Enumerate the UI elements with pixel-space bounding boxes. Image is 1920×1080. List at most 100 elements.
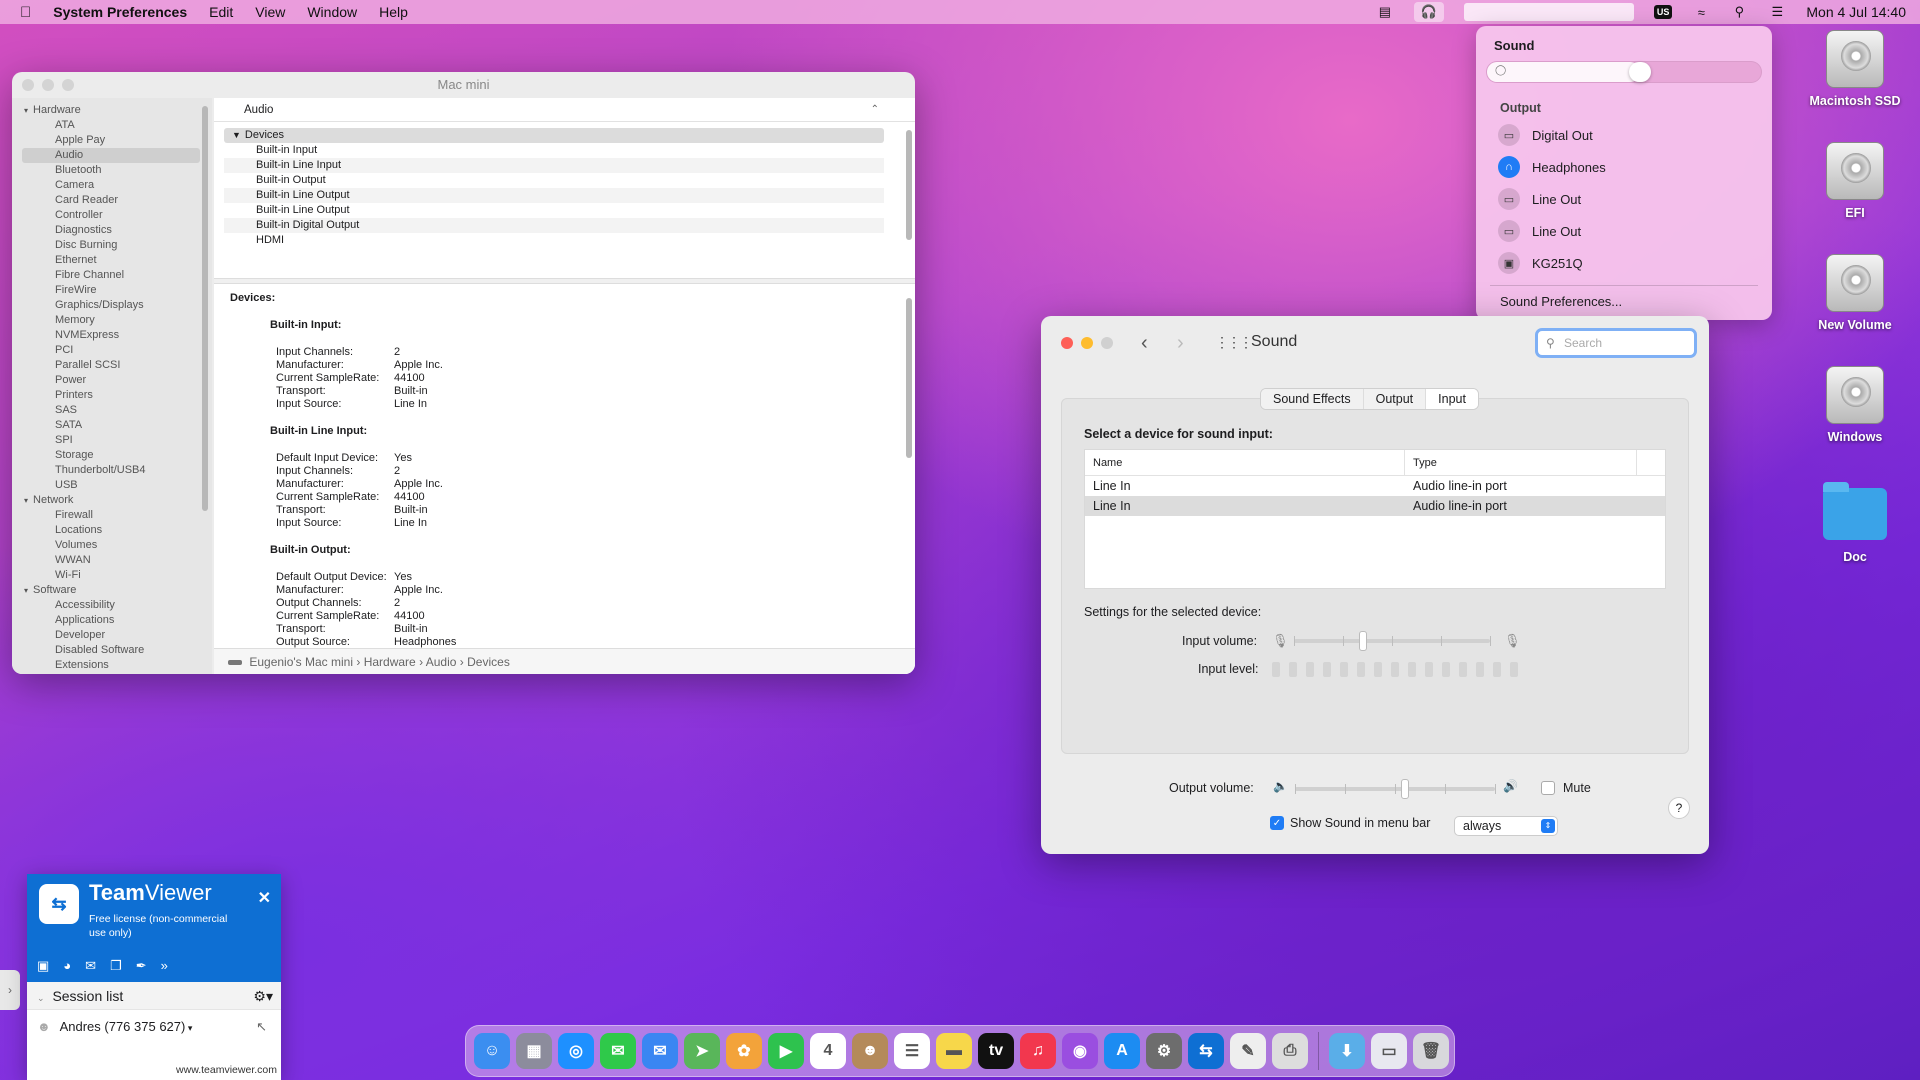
photos-icon[interactable]: ✿ bbox=[726, 1033, 762, 1069]
activity-monitor-icon[interactable]: ▤ bbox=[1376, 4, 1394, 20]
menu-help[interactable]: Help bbox=[379, 4, 408, 20]
desktop-icon[interactable]: Doc bbox=[1800, 482, 1910, 564]
desktop-icon[interactable]: New Volume bbox=[1800, 254, 1910, 332]
sidebar-item[interactable]: NVMExpress bbox=[12, 328, 212, 343]
table-row[interactable]: Line In Audio line-in port bbox=[1085, 476, 1665, 496]
show-all-grid-icon[interactable]: ⋮⋮⋮ bbox=[1215, 334, 1253, 351]
gear-icon[interactable]: ⚙▾ bbox=[253, 982, 273, 1010]
sidebar-item[interactable]: Locations bbox=[12, 523, 212, 538]
more-chevrons-icon[interactable]: » bbox=[161, 958, 168, 974]
sidebar-item[interactable]: Power bbox=[12, 373, 212, 388]
window-titlebar[interactable]: Mac mini bbox=[12, 72, 915, 98]
menubar-visibility-select[interactable]: always ⇕ bbox=[1454, 816, 1558, 836]
sidebar-item[interactable]: Controller bbox=[12, 208, 212, 223]
path-devices[interactable]: Devices bbox=[467, 655, 510, 669]
screenshot-icon[interactable]: ▭ bbox=[1371, 1033, 1407, 1069]
clock[interactable]: Mon 4 Jul 14:40 bbox=[1806, 4, 1906, 20]
teamviewer-url[interactable]: www.teamviewer.com bbox=[176, 1064, 277, 1076]
chevron-down-icon[interactable]: ▾ bbox=[24, 496, 28, 505]
tree-item[interactable]: HDMI bbox=[224, 233, 884, 248]
sidebar-item[interactable]: USB bbox=[12, 478, 212, 493]
desktop-icon[interactable]: Windows bbox=[1800, 366, 1910, 444]
sidebar-item[interactable]: SPI bbox=[12, 433, 212, 448]
sound-preferences-link[interactable]: Sound Preferences... bbox=[1500, 294, 1762, 309]
spotlight-icon[interactable]: ⚲ bbox=[1730, 4, 1748, 20]
files-icon[interactable]: ❐ bbox=[110, 958, 122, 974]
sidebar-item[interactable]: Applications bbox=[12, 613, 212, 628]
output-device-item[interactable]: ▣ KG251Q bbox=[1498, 247, 1762, 279]
music-icon[interactable]: ♫ bbox=[1020, 1033, 1056, 1069]
sidebar-item[interactable]: Wi-Fi bbox=[12, 568, 212, 583]
desktop-icon[interactable]: EFI bbox=[1800, 142, 1910, 220]
sidebar-item[interactable]: ATA bbox=[12, 118, 212, 133]
sidebar-item[interactable]: Audio bbox=[22, 148, 200, 163]
tree-root[interactable]: ▼ Devices bbox=[224, 128, 884, 143]
reminders-icon[interactable]: ☰ bbox=[894, 1033, 930, 1069]
sidebar-item[interactable]: Memory bbox=[12, 313, 212, 328]
section-header[interactable]: Audio ⌃ bbox=[214, 98, 915, 122]
sidebar-item[interactable]: Firewall bbox=[12, 508, 212, 523]
sidebar-item[interactable]: Graphics/Displays bbox=[12, 298, 212, 313]
sidebar-item[interactable]: WWAN bbox=[12, 553, 212, 568]
tree-item[interactable]: Built-in Output bbox=[224, 173, 884, 188]
mute-checkbox[interactable] bbox=[1541, 781, 1555, 795]
detail-scrollbar[interactable] bbox=[906, 298, 912, 458]
zoom-button[interactable] bbox=[62, 79, 74, 91]
minimize-button[interactable] bbox=[1081, 337, 1093, 349]
desktop-icon[interactable]: Macintosh SSD bbox=[1800, 30, 1910, 108]
sidebar-item[interactable]: Parallel SCSI bbox=[12, 358, 212, 373]
appletv-icon[interactable]: tv bbox=[978, 1033, 1014, 1069]
column-name[interactable]: Name bbox=[1085, 450, 1405, 475]
chevron-down-icon[interactable]: ▼ bbox=[232, 130, 241, 140]
sidebar-item[interactable]: FireWire bbox=[12, 283, 212, 298]
table-row[interactable]: Line In Audio line-in port bbox=[1085, 496, 1665, 516]
back-chevron-icon[interactable]: ‹ bbox=[1141, 332, 1148, 355]
sidebar-item[interactable]: Extensions bbox=[12, 658, 212, 673]
forward-chevron-icon[interactable]: › bbox=[1177, 332, 1184, 355]
textedit-icon[interactable]: ✎ bbox=[1230, 1033, 1266, 1069]
sidebar-item[interactable]: Developer bbox=[12, 628, 212, 643]
sidebar-item[interactable]: Fibre Channel bbox=[12, 268, 212, 283]
tree-item[interactable]: Built-in Input bbox=[224, 143, 884, 158]
keyboard-layout-icon[interactable]: US bbox=[1653, 5, 1673, 19]
notes-icon[interactable]: ▬ bbox=[936, 1033, 972, 1069]
output-volume-slider[interactable] bbox=[1295, 779, 1496, 799]
chevron-up-icon[interactable]: ⌃ bbox=[871, 98, 879, 122]
chevron-down-icon[interactable]: ▾ bbox=[24, 586, 28, 595]
sidebar-item[interactable]: Disc Burning bbox=[12, 238, 212, 253]
wifi-icon[interactable]: ≈ bbox=[1692, 4, 1710, 20]
pen-icon[interactable]: ✒ bbox=[136, 958, 147, 974]
pointer-icon[interactable]: ↖ bbox=[256, 1010, 267, 1044]
sidebar-item[interactable]: Diagnostics bbox=[12, 223, 212, 238]
tab-output[interactable]: Output bbox=[1363, 389, 1427, 409]
sidebar-item[interactable]: Volumes bbox=[12, 538, 212, 553]
mail-icon[interactable]: ✉ bbox=[642, 1033, 678, 1069]
output-device-item[interactable]: ▭ Line Out bbox=[1498, 215, 1762, 247]
control-center-icon[interactable]: ☰ bbox=[1768, 4, 1786, 20]
sidebar-item[interactable]: Disabled Software bbox=[12, 643, 212, 658]
sidebar-item[interactable]: Thunderbolt/USB4 bbox=[12, 463, 212, 478]
zoom-button[interactable] bbox=[1101, 337, 1113, 349]
sidebar-item[interactable]: Bluetooth bbox=[12, 163, 212, 178]
system-preferences-icon[interactable]: ⚙ bbox=[1146, 1033, 1182, 1069]
window-toolbar[interactable]: ‹ › ⋮⋮⋮ Sound ⚲ Search bbox=[1041, 316, 1709, 370]
sidebar-group[interactable]: ▾ Hardware bbox=[12, 103, 212, 118]
facetime-icon[interactable]: ▶ bbox=[768, 1033, 804, 1069]
sidebar-item[interactable]: SATA bbox=[12, 418, 212, 433]
menu-window[interactable]: Window bbox=[307, 4, 357, 20]
contacts-icon[interactable]: ☻ bbox=[852, 1033, 888, 1069]
minimize-button[interactable] bbox=[42, 79, 54, 91]
search-input[interactable]: ⚲ Search bbox=[1535, 328, 1697, 358]
sidebar-group[interactable]: ▾ Network bbox=[12, 493, 212, 508]
apple-menu-icon[interactable]:  bbox=[20, 4, 31, 21]
sidebar-scrollbar[interactable] bbox=[202, 106, 208, 511]
headphones-menu-icon[interactable]: 🎧 bbox=[1413, 2, 1444, 22]
tree-item[interactable]: Built-in Line Input bbox=[224, 158, 884, 173]
sidebar-item[interactable]: Accessibility bbox=[12, 598, 212, 613]
split-divider[interactable] bbox=[214, 278, 915, 284]
session-list-header[interactable]: ⌄ Session list ⚙▾ bbox=[27, 982, 281, 1010]
tab-sound-effects[interactable]: Sound Effects bbox=[1261, 389, 1364, 409]
help-button[interactable]: ? bbox=[1668, 797, 1690, 819]
sidebar-group[interactable]: ▾ Software bbox=[12, 583, 212, 598]
close-icon[interactable]: ✕ bbox=[258, 888, 271, 908]
